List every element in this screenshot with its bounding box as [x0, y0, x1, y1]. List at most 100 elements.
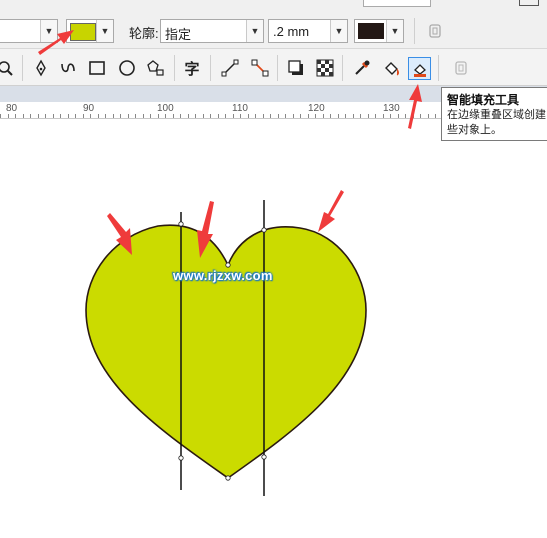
ruler-tick [330, 114, 331, 118]
drawing-canvas[interactable] [0, 119, 547, 538]
ruler-tick [255, 114, 256, 118]
previous-field-dropdown[interactable]: ▼ [40, 20, 57, 42]
heart-shape[interactable] [85, 224, 367, 479]
eyedropper-tool-icon [355, 60, 370, 75]
ruler-tick [285, 114, 286, 118]
divider [342, 55, 343, 81]
ruler-tick [405, 114, 406, 118]
polygon-tool-icon [147, 60, 164, 76]
ruler-tick [435, 114, 436, 118]
connector-tool[interactable] [219, 57, 241, 79]
ellipse-tool-icon [119, 60, 135, 76]
outline-width-dropdown[interactable]: ▼ [330, 20, 347, 42]
divider [414, 18, 415, 44]
ellipse-tool[interactable] [116, 57, 138, 79]
outline-width-value: .2 mm [273, 24, 310, 39]
transparency-tool-icon [316, 59, 334, 77]
outline-color-dropdown[interactable]: ▼ [386, 20, 403, 42]
ruler-tick [352, 114, 354, 118]
pen-tool-icon [36, 59, 46, 77]
ruler-tick [0, 114, 1, 118]
ruler-tick [52, 114, 54, 118]
ruler-tick [225, 114, 226, 118]
fill-color-dropdown[interactable]: ▼ [96, 20, 113, 42]
ruler-tick [322, 114, 324, 118]
ruler-tick [390, 114, 391, 118]
top-icon-edge [519, 0, 539, 6]
transparency-tool[interactable] [314, 57, 336, 79]
ruler-tick [375, 114, 376, 118]
outline-style-dropdown[interactable]: ▼ [246, 20, 263, 42]
zoom-tool[interactable] [0, 57, 16, 79]
ruler-tick [142, 114, 144, 118]
ruler-tick [22, 114, 24, 118]
property-bar: ▼ ▼ 轮廓: 指定 ▼ .2 mm ▼ ▼ [0, 0, 547, 49]
text-tool[interactable]: 字 [181, 57, 203, 79]
divider [438, 55, 439, 81]
ruler-tick [262, 114, 264, 118]
polygon-tool[interactable] [145, 57, 167, 79]
ruler-tick [300, 114, 301, 118]
ruler-tick [82, 114, 84, 118]
ruler-tick [360, 114, 361, 118]
rectangle-tool[interactable] [86, 57, 108, 79]
ruler-tick [277, 114, 279, 118]
ruler-tick [345, 114, 346, 118]
outline-color-picker[interactable]: ▼ [354, 19, 404, 43]
outline-label: 轮廓: [129, 26, 159, 41]
connector-tool-icon [221, 59, 239, 77]
lock-button[interactable] [424, 20, 446, 42]
top-field-edge [363, 0, 431, 7]
ruler-tick [150, 114, 151, 118]
ruler-label: 100 [157, 103, 174, 114]
ruler-tick [240, 114, 241, 118]
ruler-tick [195, 114, 196, 118]
ruler-tick [157, 114, 159, 118]
previous-field[interactable]: ▼ [0, 19, 58, 43]
ruler-label: 110 [232, 103, 248, 114]
dimension-tool[interactable] [249, 57, 271, 79]
ruler-tick [202, 114, 204, 118]
ruler-tick [427, 114, 429, 118]
ruler-tick [37, 114, 39, 118]
ruler-tick [172, 114, 174, 118]
smart-fill-tool[interactable] [408, 57, 431, 80]
ruler-tick [412, 114, 414, 118]
ruler-tick [210, 114, 211, 118]
ruler-tick [397, 114, 399, 118]
ruler-tick [67, 114, 69, 118]
rectangle-tool-icon [89, 61, 105, 75]
shadow-tool-icon [288, 60, 303, 75]
interactive-fill-tool[interactable] [380, 57, 402, 79]
ruler-tick [45, 114, 46, 118]
ruler-label: 80 [6, 103, 18, 114]
ruler-tick [315, 114, 316, 118]
fill-color-swatch [70, 23, 96, 41]
divider [22, 55, 23, 81]
ruler-tick [75, 114, 76, 118]
ruler-tick [337, 114, 339, 118]
ruler-tick [217, 114, 219, 118]
ruler-tick [367, 114, 369, 118]
freehand-tool[interactable] [57, 57, 79, 79]
ruler-tick [97, 114, 99, 118]
interactive-fill-tool-icon [385, 62, 399, 76]
fill-color-picker[interactable]: ▼ [66, 19, 114, 43]
ruler-tick [247, 114, 249, 118]
freehand-tool-icon [61, 63, 75, 73]
text-tool-icon: 字 [184, 60, 200, 78]
outline-width-select[interactable]: .2 mm ▼ [268, 19, 348, 43]
eyedropper-tool[interactable] [351, 57, 373, 79]
ruler-tick [180, 114, 181, 118]
pen-tool[interactable] [30, 57, 52, 79]
ruler-tick [127, 114, 129, 118]
watermark: www.rjzxw.com [173, 268, 273, 283]
ruler-tick [15, 114, 16, 118]
shadow-tool[interactable] [285, 57, 307, 79]
outline-style-select[interactable]: 指定 ▼ [160, 19, 264, 43]
ruler-tick [382, 114, 384, 118]
ruler-tick [420, 114, 421, 118]
disabled-tool-icon [455, 61, 467, 75]
ruler-tick [187, 114, 189, 118]
ruler-tick [270, 114, 271, 118]
